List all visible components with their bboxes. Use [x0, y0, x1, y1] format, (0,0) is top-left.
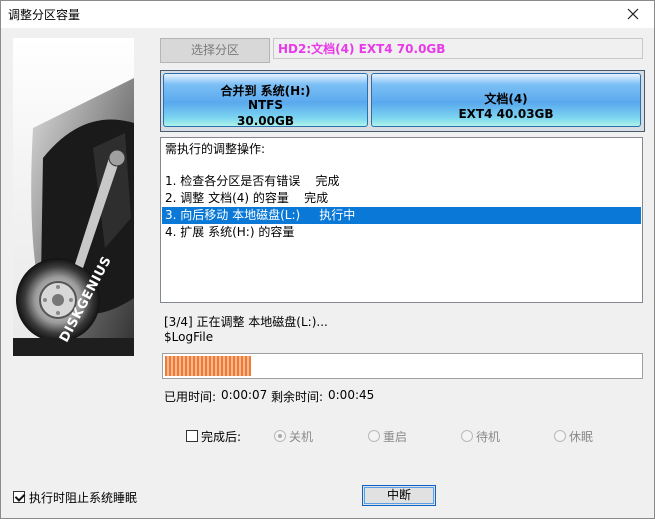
selected-partition-label: HD2:文档(4) EXT4 70.0GB: [273, 38, 643, 59]
partition-block-documents-info: EXT4 40.03GB: [458, 107, 554, 121]
progress-fill: [165, 356, 251, 376]
select-partition-button[interactable]: 选择分区: [160, 38, 270, 63]
partition-block-system-size: 30.00GB: [237, 114, 294, 128]
operations-header: 需执行的调整操作:: [165, 142, 266, 156]
list-item-selected[interactable]: 3. 向后移动 本地磁盘(L:) 执行中: [162, 207, 641, 224]
partition-block-documents-name: 文档(4): [484, 92, 528, 106]
elapsed-time-label: 已用时间:: [164, 390, 217, 404]
radio-standby[interactable]: [461, 430, 473, 442]
list-item[interactable]: 4. 扩展 系统(H:) 的容量: [165, 224, 294, 241]
list-item[interactable]: 2. 调整 文档(4) 的容量 完成: [165, 190, 328, 207]
list-item[interactable]: 1. 检查各分区是否有错误 完成: [165, 173, 340, 190]
partition-block-system-fs: NTFS: [247, 98, 284, 112]
status-file: $LogFile: [164, 330, 214, 344]
radio-hibernate-label: 休眠: [569, 430, 594, 444]
close-button[interactable]: [618, 3, 648, 25]
after-complete-label: 完成后:: [201, 430, 242, 444]
radio-restart-label: 重启: [383, 430, 408, 444]
remaining-time-value: 0:00:45: [328, 388, 375, 402]
partition-block-system[interactable]: 合并到 系统(H:) NTFS 30.00GB: [163, 73, 368, 128]
radio-hibernate[interactable]: [554, 430, 566, 442]
prevent-sleep-checkbox[interactable]: [13, 491, 25, 503]
resize-partition-dialog: 调整分区容量 DISKGENIUS 选择分区 HD2:文档(4) EXT4 70…: [0, 0, 655, 519]
prevent-sleep-label: 执行时阻止系统睡眠: [29, 491, 138, 505]
status-step: [3/4] 正在调整 本地磁盘(L:)...: [164, 315, 328, 329]
diskgenius-side-image: DISKGENIUS: [13, 38, 134, 356]
partition-map: 合并到 系统(H:) NTFS 30.00GB 文档(4) EXT4 40.03…: [160, 70, 645, 132]
radio-standby-label: 待机: [476, 430, 501, 444]
title-bar: 调整分区容量: [1, 1, 654, 28]
partition-block-system-name: 合并到 系统(H:): [220, 84, 311, 98]
elapsed-time-value: 0:00:07: [221, 388, 268, 402]
radio-shutdown[interactable]: [274, 430, 286, 442]
close-icon: [627, 8, 639, 20]
stop-button[interactable]: 中断: [362, 485, 436, 506]
radio-restart[interactable]: [368, 430, 380, 442]
window-title: 调整分区容量: [8, 8, 81, 22]
after-complete-checkbox[interactable]: [186, 430, 198, 442]
remaining-time-label: 剩余时间:: [271, 390, 324, 404]
operations-list[interactable]: 需执行的调整操作: 1. 检查各分区是否有错误 完成 2. 调整 文档(4) 的…: [160, 137, 643, 303]
partition-block-documents[interactable]: 文档(4) EXT4 40.03GB: [371, 73, 641, 127]
radio-shutdown-label: 关机: [289, 430, 314, 444]
progress-bar: [162, 353, 643, 379]
